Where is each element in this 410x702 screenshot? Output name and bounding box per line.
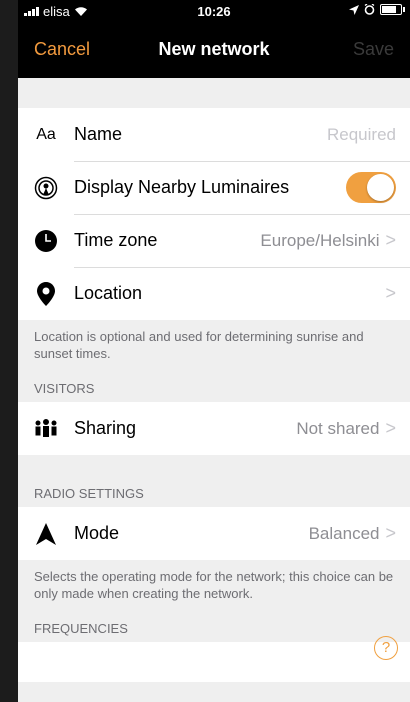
nearby-luminaires-row: Display Nearby Luminaires (18, 161, 410, 214)
timezone-value: Europe/Helsinki (260, 230, 380, 250)
status-bar: elisa 10:26 (18, 0, 410, 22)
radio-settings-header: RADIO SETTINGS (18, 477, 410, 507)
location-note: Location is optional and used for determ… (18, 320, 410, 372)
sharing-label: Sharing (74, 418, 137, 438)
nearby-luminaires-label: Display Nearby Luminaires (74, 177, 290, 197)
mode-icon (18, 522, 74, 545)
pin-icon (18, 281, 74, 306)
page-title: New network (158, 39, 270, 59)
location-row[interactable]: Location > (18, 267, 410, 320)
radio-group: Mode Balanced > (18, 507, 410, 560)
chevron-right-icon: > (385, 283, 396, 303)
nearby-luminaires-toggle[interactable] (346, 172, 396, 203)
chevron-right-icon: > (385, 523, 396, 543)
sharing-row[interactable]: Sharing Not shared > (18, 402, 410, 455)
mode-row[interactable]: Mode Balanced > (18, 507, 410, 560)
location-label: Location (74, 283, 143, 303)
battery-icon (380, 4, 405, 15)
name-input[interactable]: Required (327, 125, 396, 145)
save-button[interactable]: Save (353, 39, 394, 60)
location-arrow-icon (349, 4, 359, 15)
alarm-icon (364, 4, 375, 15)
status-right (349, 4, 405, 15)
timezone-row[interactable]: Time zone Europe/Helsinki > (18, 214, 410, 267)
spacer (18, 455, 410, 477)
mode-label: Mode (74, 523, 120, 543)
clock-icon (18, 229, 74, 253)
network-basics-group: Aa Name Required Display Nearby Luminair… (18, 108, 410, 320)
frequencies-group: ? (18, 636, 410, 682)
broadcast-icon (18, 176, 74, 200)
top-spacer (18, 78, 410, 108)
text-format-icon: Aa (36, 125, 56, 143)
chevron-right-icon: > (385, 230, 396, 250)
mode-value: Balanced (308, 523, 380, 543)
help-icon[interactable]: ? (374, 636, 398, 660)
sharing-value: Not shared (296, 418, 380, 438)
name-label: Name (74, 124, 123, 144)
chevron-right-icon: > (385, 418, 396, 438)
mode-note: Selects the operating mode for the netwo… (18, 560, 410, 612)
phone-screen: elisa 10:26 Cancel New network Save Aa N… (18, 0, 410, 702)
visitors-group: Sharing Not shared > (18, 402, 410, 455)
frequencies-header: FREQUENCIES (18, 612, 410, 642)
navigation-bar: Cancel New network Save (18, 22, 410, 78)
people-icon (18, 418, 74, 439)
settings-list: Aa Name Required Display Nearby Luminair… (18, 78, 410, 682)
timezone-label: Time zone (74, 230, 158, 250)
name-row[interactable]: Aa Name Required (18, 108, 410, 161)
visitors-header: VISITORS (18, 372, 410, 402)
